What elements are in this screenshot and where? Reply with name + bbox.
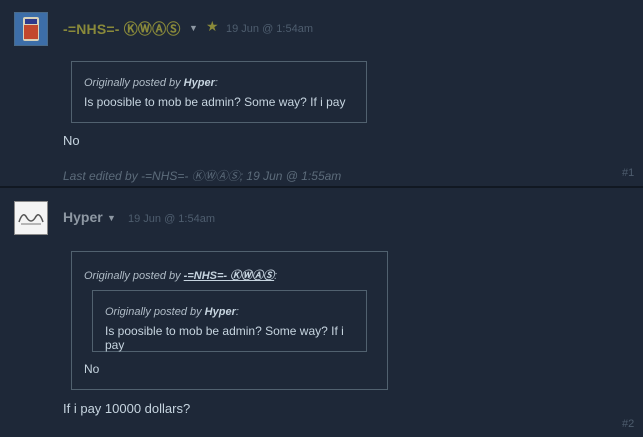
avatar[interactable] [14,201,48,235]
quote-author: Hyper [183,77,215,89]
post-date: 19 Jun @ 1:54am [128,213,215,225]
quote-author[interactable]: -=NHS=- ⓀⓌⒶⓈ [184,270,274,282]
chevron-down-icon[interactable]: ▼ [107,213,116,223]
post-number[interactable]: #1 [622,167,634,179]
post-author[interactable]: Hyper [63,209,103,225]
quote-text: Is poosible to mob be admin? Some way? I… [105,324,344,352]
post-author[interactable]: -=NHS=- ⓀⓌⒶⓈ [63,19,181,39]
avatar-image [15,13,47,45]
post-body: No [63,133,80,148]
quote-prefix: Originally posted by [84,77,181,89]
star-icon: ★ [206,18,219,34]
quote-header: Originally posted by Hyper: [84,77,218,89]
post-number[interactable]: #2 [622,418,634,430]
edited-note: Last edited by -=NHS=- ⓀⓌⒶⓈ; 19 Jun @ 1:… [63,169,342,183]
quote-header: Originally posted by -=NHS=- ⓀⓌⒶⓈ: [84,270,278,282]
quote-prefix: Originally posted by [105,306,202,318]
avatar-image [15,202,47,234]
post-date: 19 Jun @ 1:54am [226,23,313,35]
quote-block: Originally posted by Hyper: Is poosible … [71,61,367,123]
discussion-thread: -=NHS=- ⓀⓌⒶⓈ ▼ ★ 19 Jun @ 1:54am Origina… [0,0,643,437]
avatar[interactable] [14,12,48,46]
quote-text: Is poosible to mob be admin? Some way? I… [84,95,346,109]
quote-author: Hyper [204,306,236,318]
post-body: If i pay 10000 dollars? [63,401,191,416]
quote-header: Originally posted by Hyper: [105,306,239,318]
post-1: -=NHS=- ⓀⓌⒶⓈ ▼ ★ 19 Jun @ 1:54am Origina… [0,0,643,187]
quote-text: No [84,362,100,376]
chevron-down-icon[interactable]: ▼ [189,23,198,33]
nested-quote-block: Originally posted by Hyper: Is poosible … [92,290,367,352]
quote-prefix: Originally posted by [84,270,181,282]
